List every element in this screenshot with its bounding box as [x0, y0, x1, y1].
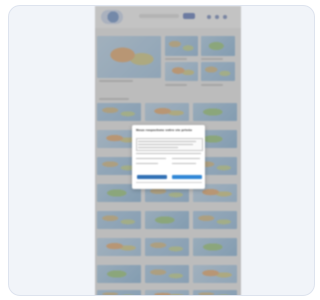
text-line: [138, 141, 196, 142]
preview-card: Nous respectons votre vie privée: [8, 5, 315, 296]
webpage-screenshot: Nous respectons votre vie privée: [95, 6, 241, 295]
text-line: [136, 158, 166, 159]
text-line: [136, 153, 201, 154]
cookie-consent-dialog: Nous respectons votre vie privée: [132, 125, 205, 189]
dialog-title: Nous respectons votre vie privée: [136, 128, 193, 132]
text-line: [172, 158, 200, 159]
accept-button[interactable]: [172, 175, 202, 179]
text-line: [138, 147, 178, 148]
text-line: [172, 163, 196, 164]
text-line: [136, 163, 158, 164]
text-line: [138, 144, 193, 145]
deny-button[interactable]: [137, 175, 167, 179]
dialog-footer-links[interactable]: [136, 182, 202, 183]
